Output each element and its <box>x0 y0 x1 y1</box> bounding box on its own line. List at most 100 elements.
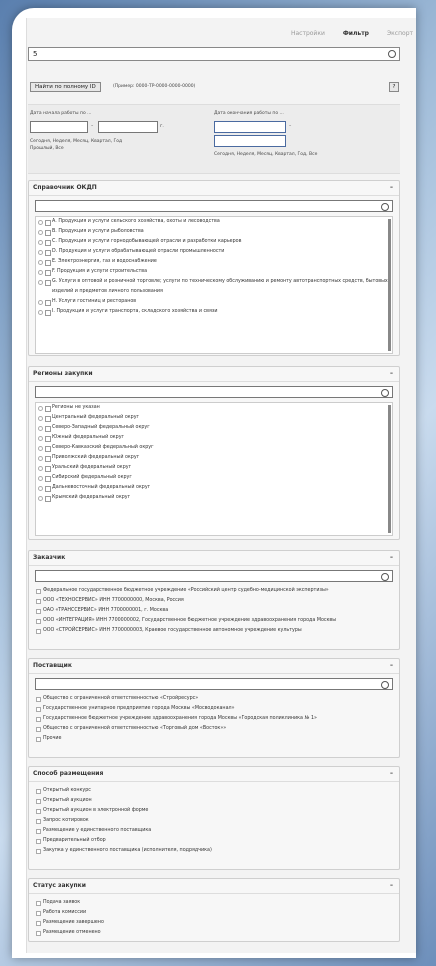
search-icon[interactable] <box>388 50 396 58</box>
checkbox[interactable] <box>45 250 51 256</box>
list-item[interactable]: Подача заявок <box>35 898 393 908</box>
tree-item[interactable]: С. Продукция и услуги горнодобывающей от… <box>36 237 392 247</box>
end-link-quarter[interactable]: Квартал <box>275 152 295 157</box>
checkbox[interactable] <box>36 589 41 594</box>
tree-item[interactable]: Сибирский федеральный округ <box>36 473 392 483</box>
tree-item[interactable]: F. Продукция и услуги строительства <box>36 267 392 277</box>
tree-item[interactable]: Приволжский федеральный округ <box>36 453 392 463</box>
checkbox[interactable] <box>45 466 51 472</box>
collapse-icon[interactable]: – <box>390 367 393 381</box>
checkbox[interactable] <box>36 931 41 936</box>
checkbox[interactable] <box>36 849 41 854</box>
expand-icon[interactable] <box>38 436 43 441</box>
find-by-id-button[interactable]: Найти по полному ID <box>30 82 101 92</box>
tree-item[interactable]: В. Продукция и услуги рыболовства <box>36 227 392 237</box>
search-icon[interactable] <box>381 681 389 689</box>
checkbox[interactable] <box>36 609 41 614</box>
end-link-year[interactable]: Год <box>298 152 307 157</box>
list-item[interactable]: ООО «ИНТЕГРАЦИЯ» ИНН 7700000002, Государ… <box>35 616 393 626</box>
end-link-month[interactable]: Месяц <box>257 152 272 157</box>
end-link-all[interactable]: Все <box>309 152 317 157</box>
checkbox[interactable] <box>45 416 51 422</box>
checkbox[interactable] <box>45 496 51 502</box>
expand-icon[interactable] <box>38 220 43 225</box>
list-item[interactable]: Государственное унитарное предприятие го… <box>35 704 393 714</box>
end-date-from[interactable] <box>214 121 286 133</box>
tree-item[interactable]: Северо-Западный федеральный округ <box>36 423 392 433</box>
expand-icon[interactable] <box>38 466 43 471</box>
checkbox[interactable] <box>36 839 41 844</box>
checkbox[interactable] <box>36 799 41 804</box>
list-item[interactable]: Работа комиссии <box>35 908 393 918</box>
list-item[interactable]: Закупка у единственного поставщика (испо… <box>35 846 393 856</box>
checkbox[interactable] <box>45 280 51 286</box>
checkbox[interactable] <box>36 819 41 824</box>
checkbox[interactable] <box>36 829 41 834</box>
expand-icon[interactable] <box>38 300 43 305</box>
search-icon[interactable] <box>381 573 389 581</box>
start-link-month[interactable]: Месяц <box>73 139 88 144</box>
checkbox[interactable] <box>45 436 51 442</box>
start-link-week[interactable]: Неделя <box>53 139 71 144</box>
search-input[interactable]: 5 <box>28 47 400 61</box>
checkbox[interactable] <box>36 629 41 634</box>
expand-icon[interactable] <box>38 406 43 411</box>
start-date-to[interactable] <box>98 121 158 133</box>
section-search-input[interactable] <box>35 678 393 690</box>
expand-icon[interactable] <box>38 416 43 421</box>
start-date-from[interactable] <box>30 121 88 133</box>
checkbox[interactable] <box>36 717 41 722</box>
tree-item[interactable]: H. Услуги гостиниц и ресторанов <box>36 297 392 307</box>
start-link-today[interactable]: Сегодня <box>30 139 50 144</box>
list-item[interactable]: Общество с ограниченной ответственностью… <box>35 724 393 734</box>
checkbox[interactable] <box>45 260 51 266</box>
checkbox[interactable] <box>45 456 51 462</box>
checkbox[interactable] <box>36 921 41 926</box>
start-link-all[interactable]: Все <box>55 146 63 151</box>
expand-icon[interactable] <box>38 260 43 265</box>
collapse-icon[interactable]: – <box>390 181 393 195</box>
checkbox[interactable] <box>36 737 41 742</box>
search-icon[interactable] <box>381 389 389 397</box>
checkbox[interactable] <box>36 697 41 702</box>
tree-item[interactable]: D. Продукция и услуги обрабатывающей отр… <box>36 247 392 257</box>
tree-item[interactable]: Крымский федеральный округ <box>36 493 392 503</box>
tree-item[interactable]: А. Продукция и услуги сельского хозяйств… <box>36 217 392 227</box>
collapse-icon[interactable]: – <box>390 767 393 781</box>
expand-icon[interactable] <box>38 310 43 315</box>
checkbox[interactable] <box>45 406 51 412</box>
checkbox[interactable] <box>36 789 41 794</box>
checkbox[interactable] <box>45 426 51 432</box>
list-item[interactable]: Государственное бюджетное учреждение здр… <box>35 714 393 724</box>
checkbox[interactable] <box>45 300 51 306</box>
expand-icon[interactable] <box>38 270 43 275</box>
list-item[interactable]: Размещение отменено <box>35 928 393 938</box>
checkbox[interactable] <box>36 619 41 624</box>
checkbox[interactable] <box>45 476 51 482</box>
checkbox[interactable] <box>36 727 41 732</box>
expand-icon[interactable] <box>38 280 43 285</box>
list-item[interactable]: Федеральное государственное бюджетное уч… <box>35 586 393 596</box>
checkbox[interactable] <box>45 446 51 452</box>
expand-icon[interactable] <box>38 446 43 451</box>
list-item[interactable]: ООО «ТЕХНОСЕРВИС» ИНН 7700000000, Москва… <box>35 596 393 606</box>
list-item[interactable]: Размещение завершено <box>35 918 393 928</box>
collapse-icon[interactable]: – <box>390 659 393 673</box>
tree-item[interactable]: G. Услуги в оптовой и розничной торговле… <box>36 277 392 297</box>
tree-item[interactable]: Центральный федеральный округ <box>36 413 392 423</box>
list-item[interactable]: Открытый конкурс <box>35 786 393 796</box>
list-item[interactable]: Открытый аукцион в электронной форме <box>35 806 393 816</box>
checkbox[interactable] <box>36 809 41 814</box>
expand-icon[interactable] <box>38 230 43 235</box>
end-date-to[interactable] <box>214 135 286 147</box>
help-button[interactable]: ? <box>389 82 399 92</box>
start-link-quarter[interactable]: Квартал <box>91 139 111 144</box>
list-item[interactable]: ООО «СТРОЙСЕРВИС» ИНН 7700000003, Краево… <box>35 626 393 636</box>
expand-icon[interactable] <box>38 456 43 461</box>
checkbox[interactable] <box>45 240 51 246</box>
section-header[interactable]: Статус закупки – <box>29 879 399 894</box>
section-header[interactable]: Поставщик – <box>29 659 399 674</box>
expand-icon[interactable] <box>38 240 43 245</box>
collapse-icon[interactable]: – <box>390 879 393 893</box>
tree-item[interactable]: I. Продукция и услуги транспорта, складс… <box>36 307 392 317</box>
